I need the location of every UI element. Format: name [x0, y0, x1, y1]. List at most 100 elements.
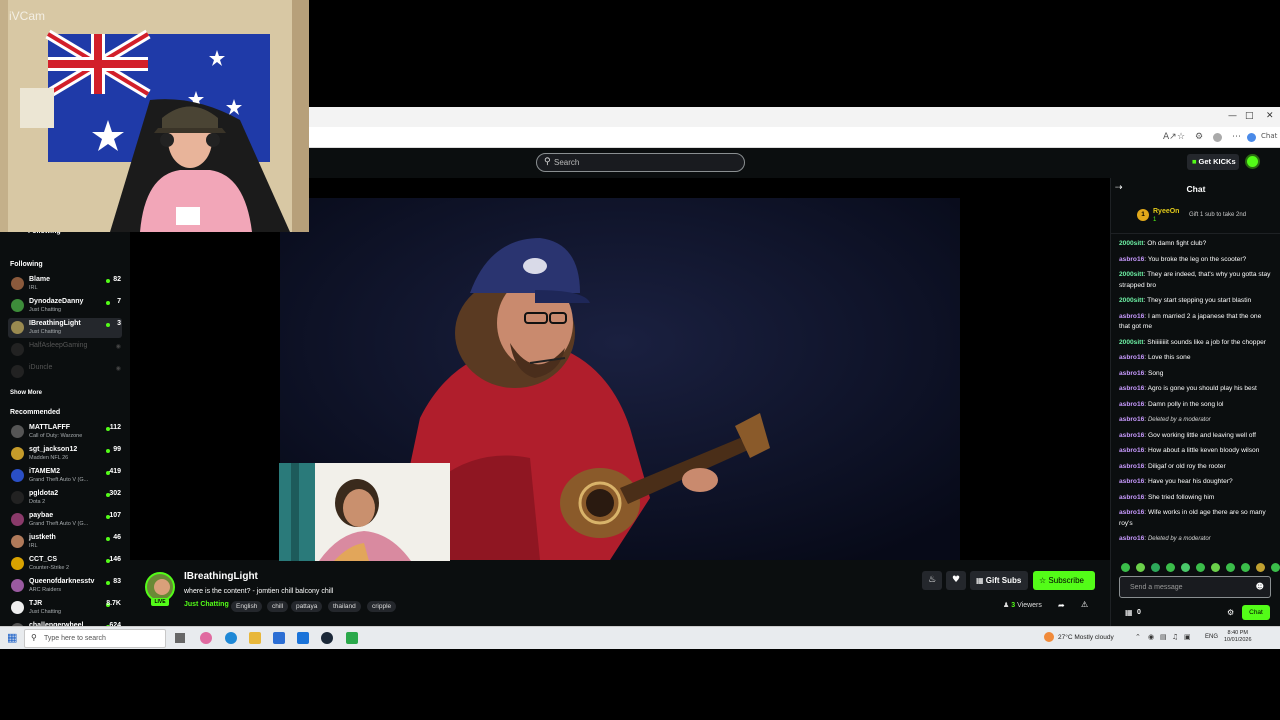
taskbar-clock[interactable]: 8:40 PM 10/01/2026 [1224, 630, 1252, 644]
chat-username[interactable]: 2000sitt [1119, 339, 1144, 346]
streamer-name[interactable]: IBreathingLight [184, 571, 258, 582]
sidebar-item-recommended[interactable]: justketh IRL 46 [8, 532, 122, 552]
sidebar-item-recommended[interactable]: paybae Grand Theft Auto V (G... 107 [8, 510, 122, 530]
chat-username[interactable]: asbro16 [1119, 478, 1144, 485]
share-icon[interactable]: ➦ [1058, 601, 1065, 610]
taskbar-search-input[interactable]: ⚲ Type here to search [24, 629, 166, 648]
chat-message: asbro16: Diligaf or old roy the rooter [1119, 462, 1274, 473]
chat-username[interactable]: asbro16 [1119, 432, 1144, 439]
send-chat-button[interactable]: Chat [1242, 605, 1270, 620]
maximize-icon[interactable]: □ [1245, 111, 1254, 121]
steam-app-icon[interactable] [321, 632, 333, 644]
copilot-app-icon[interactable] [200, 632, 212, 644]
subscribe-button[interactable]: ☆ Subscribe [1033, 571, 1095, 590]
sidebar-item-recommended[interactable]: TJR Just Chatting 8.7K [8, 598, 122, 618]
network-icon[interactable]: ▤ [1160, 633, 1167, 641]
profile-icon[interactable] [1213, 133, 1222, 142]
show-more-link[interactable]: Show More [10, 390, 42, 396]
more-options-icon[interactable]: ⋯ [1232, 132, 1241, 142]
report-icon[interactable]: ⚠ [1081, 600, 1088, 609]
sidebar-item-recommended[interactable]: Queenofdarknesstv ARC Raiders 83 [8, 576, 122, 596]
copilot-icon[interactable] [1247, 133, 1256, 142]
sidebar-item-dynodazedanny[interactable]: DynodazeDanny Just Chatting 7 [8, 296, 122, 316]
sidebar-item-recommended[interactable]: sgt_jackson12 Madden NFL 26 99 [8, 444, 122, 464]
chat-username[interactable]: asbro16 [1119, 401, 1144, 408]
emote-icon[interactable] [1121, 563, 1130, 572]
sidebar-item-blame[interactable]: Blame IRL 82 [8, 274, 122, 294]
notification-bell-button[interactable]: ♨ [922, 571, 942, 590]
tag-cripple[interactable]: cripple [367, 601, 397, 612]
file-explorer-icon[interactable] [249, 632, 261, 644]
read-aloud-icon[interactable]: A↗ [1163, 132, 1177, 142]
tag-pattaya[interactable]: pattaya [291, 601, 323, 612]
tag-english[interactable]: English [231, 601, 263, 612]
emoji-picker-icon[interactable]: ☻ [1256, 582, 1264, 591]
chat-message-input[interactable]: Send a message ☻ [1119, 576, 1271, 598]
tray-chevron-icon[interactable]: ⌃ [1135, 633, 1141, 641]
close-icon[interactable]: ✕ [1266, 111, 1274, 121]
chat-username[interactable]: 2000sitt [1119, 240, 1144, 247]
chat-username[interactable]: asbro16 [1119, 535, 1144, 542]
user-avatar[interactable] [1245, 154, 1260, 169]
chat-username[interactable]: asbro16 [1119, 509, 1144, 516]
tray-app-icon[interactable]: ◉ [1148, 633, 1154, 641]
avatar [11, 299, 24, 312]
chat-button[interactable]: Chat [1261, 132, 1277, 140]
chat-username[interactable]: asbro16 [1119, 385, 1144, 392]
minimize-icon[interactable]: — [1228, 111, 1237, 121]
emote-icon[interactable] [1166, 563, 1175, 572]
search-input[interactable]: ⚲ Search [536, 153, 745, 172]
chat-username[interactable]: asbro16 [1119, 256, 1144, 263]
mail-app-icon[interactable] [297, 632, 309, 644]
emote-icon[interactable] [1196, 563, 1205, 572]
chat-username[interactable]: asbro16 [1119, 354, 1144, 361]
tray-app2-icon[interactable]: ▣ [1184, 633, 1191, 641]
taskbar-weather[interactable]: 27°C Mostly cloudy [1058, 634, 1114, 641]
store-app-icon[interactable] [273, 632, 285, 644]
emote-icon[interactable] [1241, 563, 1250, 572]
sidebar-item-ibreathinglight[interactable]: IBreathingLight Just Chatting 3 [8, 318, 122, 338]
chat-username[interactable]: asbro16 [1119, 313, 1144, 320]
channel-name: pgldota2 [29, 490, 59, 497]
stream-category[interactable]: Just Chatting [184, 601, 229, 608]
sidebar-item-recommended[interactable]: iTAMEM2 Grand Theft Auto V (G... 419 [8, 466, 122, 486]
chat-username[interactable]: asbro16 [1119, 463, 1144, 470]
chat-username[interactable]: asbro16 [1119, 370, 1144, 377]
sidebar-item-halfasleepgaming[interactable]: HalfAsleepGaming ◉ [8, 340, 122, 360]
emote-icon[interactable] [1181, 563, 1190, 572]
sidebar-item-recommended[interactable]: CCT_CS Counter-Strike 2 146 [8, 554, 122, 574]
live-dot [106, 449, 110, 453]
follow-button[interactable]: ♥ [946, 571, 966, 590]
chat-username[interactable]: 2000sitt [1119, 271, 1144, 278]
sidebar-item-recommended[interactable]: pgldota2 Dota 2 302 [8, 488, 122, 508]
language-indicator[interactable]: ENG [1205, 634, 1218, 640]
get-kicks-button[interactable]: ■ Get KICKs [1187, 154, 1239, 170]
windows-start-icon[interactable]: ▦ [7, 632, 18, 643]
gift-count: 0 [1137, 609, 1141, 616]
chat-settings-icon[interactable]: ⚙ [1227, 608, 1234, 617]
chat-username[interactable]: asbro16 [1119, 447, 1144, 454]
kick-app-icon[interactable] [346, 632, 358, 644]
volume-icon[interactable]: ♫ [1172, 633, 1178, 641]
tag-chill[interactable]: chill [267, 601, 289, 612]
sidebar-item-recommended[interactable]: MATTLAFFF Call of Duty: Warzone 112 [8, 422, 122, 442]
emote-icon[interactable] [1136, 563, 1145, 572]
emote-icon[interactable] [1211, 563, 1220, 572]
emote-icon[interactable] [1226, 563, 1235, 572]
pinned-gift-leaderboard[interactable]: 1 RyeeOn 1 Gift 1 sub to take 2nd [1111, 202, 1280, 234]
gift-subs-button[interactable]: ▦ Gift Subs [970, 571, 1028, 590]
sidebar-item-iduncle[interactable]: iDuncle ◉ [8, 362, 122, 382]
favorite-star-icon[interactable]: ☆ [1177, 132, 1185, 142]
avatar [11, 579, 24, 592]
extensions-icon[interactable]: ⚙ [1195, 132, 1203, 142]
chat-username[interactable]: asbro16 [1119, 416, 1144, 423]
tag-thailand[interactable]: thailand [328, 601, 361, 612]
task-view-icon[interactable] [175, 633, 185, 643]
chat-username[interactable]: 2000sitt [1119, 297, 1144, 304]
emote-icon[interactable] [1151, 563, 1160, 572]
edge-app-icon[interactable] [225, 632, 237, 644]
emote-icon[interactable] [1271, 563, 1280, 572]
chat-username[interactable]: asbro16 [1119, 494, 1144, 501]
emote-icon[interactable] [1256, 563, 1265, 572]
gift-icon[interactable]: ▦ [1125, 608, 1133, 617]
